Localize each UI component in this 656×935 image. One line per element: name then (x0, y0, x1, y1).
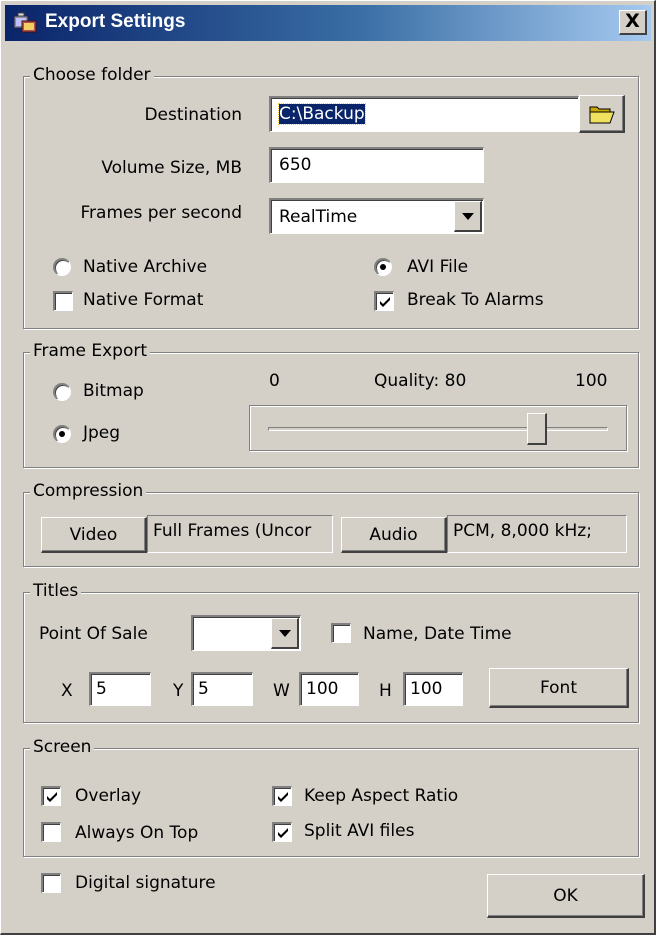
bitmap-label: Bitmap (83, 381, 144, 401)
app-icon (13, 12, 37, 33)
always-on-top-checkbox[interactable] (41, 822, 61, 842)
browse-folder-button[interactable] (579, 95, 625, 133)
fps-value: RealTime (279, 207, 358, 227)
h-input[interactable]: 100 (403, 672, 463, 706)
jpeg-label: Jpeg (83, 423, 121, 443)
chevron-down-icon[interactable] (271, 618, 299, 649)
always-on-top-label: Always On Top (75, 823, 199, 843)
w-input[interactable]: 100 (299, 672, 359, 706)
audio-button[interactable]: Audio (341, 517, 447, 553)
titles-label: Titles (30, 581, 82, 601)
bitmap-radio[interactable] (53, 383, 71, 401)
close-button[interactable]: X (619, 10, 647, 35)
w-label: W (273, 681, 290, 701)
window-title: Export Settings (45, 11, 186, 32)
fps-label: Frames per second (80, 203, 243, 223)
screen-label: Screen (30, 737, 95, 757)
native-format-checkbox[interactable] (53, 291, 73, 311)
title-bar[interactable]: Export Settings X (5, 5, 651, 41)
destination-input[interactable]: C:\Backup (269, 96, 579, 132)
x-input[interactable]: 5 (89, 672, 151, 706)
chevron-down-icon[interactable] (454, 201, 482, 232)
avi-file-label: AVI File (407, 257, 469, 277)
overlay-label: Overlay (75, 786, 142, 806)
native-archive-radio[interactable] (53, 258, 71, 276)
digital-signature-label: Digital signature (75, 873, 216, 893)
choose-folder-label: Choose folder (30, 65, 154, 85)
break-to-alarms-label: Break To Alarms (407, 290, 544, 310)
point-of-sale-select[interactable] (191, 615, 301, 651)
h-label: H (379, 681, 392, 701)
audio-codec-value: PCM, 8,000 kHz; (447, 515, 627, 553)
name-date-time-label: Name, Date Time (363, 624, 512, 644)
native-format-label: Native Format (83, 290, 204, 310)
avi-file-radio[interactable] (374, 258, 392, 276)
export-settings-dialog: Export Settings X Choose folder Destinat… (0, 0, 656, 935)
destination-value: C:\Backup (278, 103, 366, 125)
folder-open-icon (589, 106, 615, 124)
video-button[interactable]: Video (41, 517, 147, 553)
font-button[interactable]: Font (489, 668, 629, 708)
keep-aspect-ratio-label: Keep Aspect Ratio (304, 786, 459, 806)
destination-label: Destination (144, 105, 242, 125)
keep-aspect-ratio-checkbox[interactable] (272, 786, 292, 806)
quality-slider-track (268, 427, 608, 431)
volume-size-label: Volume Size, MB (101, 158, 242, 178)
digital-signature-checkbox[interactable] (41, 873, 61, 893)
x-label: X (61, 681, 73, 701)
jpeg-radio[interactable] (53, 425, 71, 443)
quality-slider-thumb[interactable] (527, 413, 547, 445)
point-of-sale-label: Point Of Sale (39, 624, 148, 644)
overlay-checkbox[interactable] (41, 786, 61, 806)
name-date-time-checkbox[interactable] (331, 623, 351, 643)
fps-select[interactable]: RealTime (269, 198, 484, 234)
split-avi-label: Split AVI files (304, 821, 415, 841)
frame-export-label: Frame Export (30, 341, 151, 361)
break-to-alarms-checkbox[interactable] (374, 291, 394, 311)
split-avi-checkbox[interactable] (272, 822, 292, 842)
quality-slider[interactable] (249, 405, 627, 451)
ok-button[interactable]: OK (487, 874, 645, 918)
quality-min-label: 0 (269, 371, 280, 391)
compression-label: Compression (30, 481, 147, 501)
video-codec-value: Full Frames (Uncor (147, 515, 333, 553)
quality-max-label: 100 (575, 371, 608, 391)
y-label: Y (173, 681, 184, 701)
native-archive-label: Native Archive (83, 257, 208, 277)
y-input[interactable]: 5 (191, 672, 253, 706)
quality-value-label: Quality: 80 (374, 371, 467, 391)
volume-size-input[interactable]: 650 (269, 147, 484, 183)
